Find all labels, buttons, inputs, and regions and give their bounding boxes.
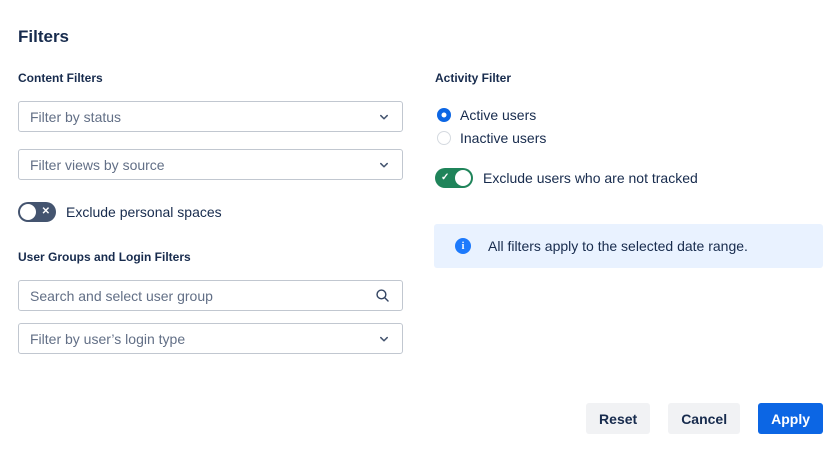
- toggle-on-check-icon: ✓: [441, 173, 449, 183]
- activity-filter-label: Activity Filter: [435, 71, 511, 85]
- status-filter-placeholder: Filter by status: [30, 109, 377, 125]
- radio-active-users[interactable]: [437, 108, 451, 122]
- info-banner-text: All filters apply to the selected date r…: [488, 238, 748, 254]
- user-group-search-input[interactable]: Search and select user group: [18, 280, 403, 311]
- page-title: Filters: [18, 27, 69, 47]
- exclude-untracked-users-row: ✓ Exclude users who are not tracked: [435, 168, 698, 188]
- filters-panel: Filters Content Filters Filter by status…: [0, 0, 839, 453]
- footer-actions: Reset Cancel Apply: [586, 403, 823, 434]
- radio-row-active-users[interactable]: Active users: [437, 107, 536, 123]
- apply-button[interactable]: Apply: [758, 403, 823, 434]
- exclude-untracked-users-label: Exclude users who are not tracked: [483, 170, 698, 186]
- info-icon: i: [455, 238, 471, 254]
- exclude-personal-spaces-label: Exclude personal spaces: [66, 204, 222, 220]
- content-filters-label: Content Filters: [18, 71, 103, 85]
- login-type-select[interactable]: Filter by user’s login type: [18, 323, 403, 354]
- source-filter-placeholder: Filter views by source: [30, 157, 377, 173]
- exclude-personal-spaces-toggle[interactable]: ✕: [18, 202, 56, 222]
- chevron-down-icon: [377, 158, 391, 172]
- reset-button[interactable]: Reset: [586, 403, 650, 434]
- chevron-down-icon: [377, 110, 391, 124]
- user-group-search-placeholder: Search and select user group: [30, 288, 374, 304]
- radio-row-inactive-users[interactable]: Inactive users: [437, 130, 546, 146]
- user-groups-filters-label: User Groups and Login Filters: [18, 250, 191, 264]
- toggle-knob: [455, 170, 471, 186]
- source-filter-select[interactable]: Filter views by source: [18, 149, 403, 180]
- cancel-button[interactable]: Cancel: [668, 403, 740, 434]
- search-icon: [374, 287, 391, 304]
- radio-inactive-users-label: Inactive users: [460, 130, 546, 146]
- login-type-placeholder: Filter by user’s login type: [30, 331, 377, 347]
- radio-dot: [442, 113, 447, 118]
- exclude-untracked-users-toggle[interactable]: ✓: [435, 168, 473, 188]
- chevron-down-icon: [377, 332, 391, 346]
- radio-active-users-label: Active users: [460, 107, 536, 123]
- toggle-knob: [20, 204, 36, 220]
- radio-inactive-users[interactable]: [437, 131, 451, 145]
- info-banner: i All filters apply to the selected date…: [434, 224, 823, 268]
- status-filter-select[interactable]: Filter by status: [18, 101, 403, 132]
- toggle-off-x-icon: ✕: [42, 207, 50, 217]
- exclude-personal-spaces-row: ✕ Exclude personal spaces: [18, 202, 222, 222]
